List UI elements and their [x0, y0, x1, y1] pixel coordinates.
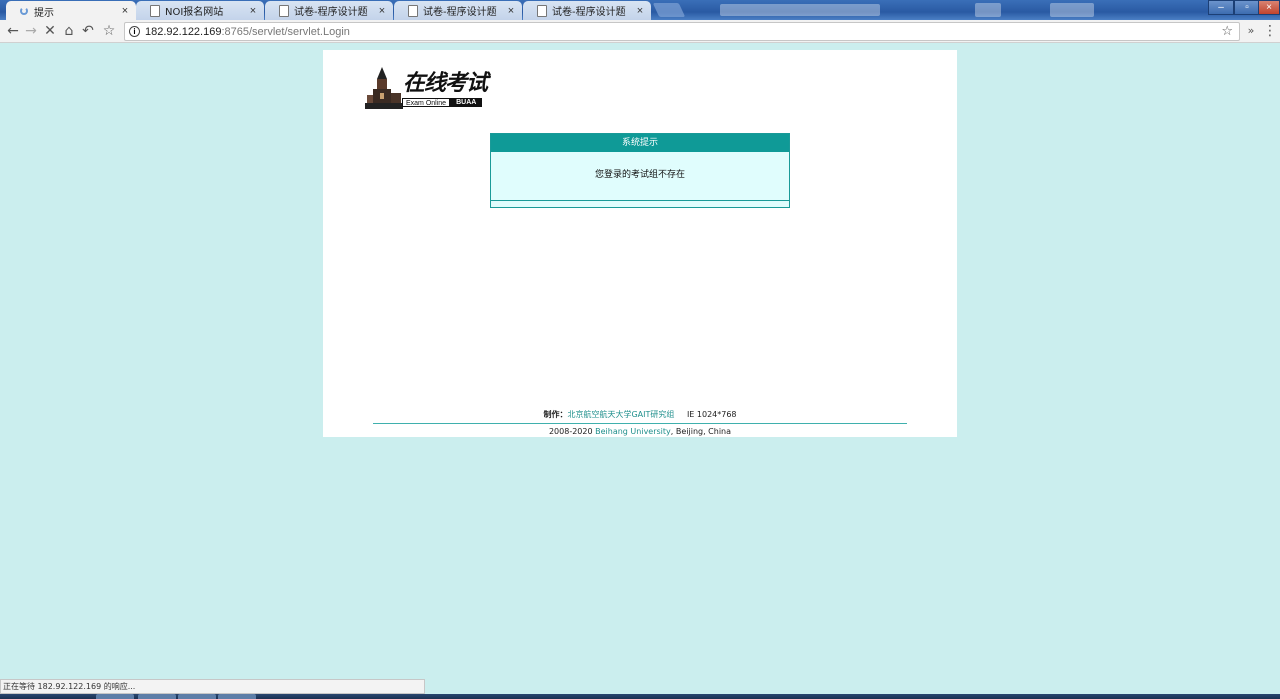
- address-host: 182.92.122.169: [145, 25, 222, 38]
- taskbar-item[interactable]: [218, 694, 256, 699]
- background-window-area: [1050, 3, 1094, 17]
- window-close-group: ×: [1258, 0, 1280, 16]
- system-message-box: 系统提示 您登录的考试组不存在: [490, 133, 790, 208]
- tab-title: 试卷-程序设计题: [552, 7, 626, 18]
- tab-close-icon[interactable]: ×: [375, 5, 389, 17]
- minimize-icon[interactable]: –: [1208, 0, 1234, 15]
- logo-org: BUAA: [450, 98, 483, 107]
- logo-subtitle-bar: Exam Online BUAA: [402, 98, 483, 107]
- address-bar[interactable]: i 182.92.122.169:8765/servlet/servlet.Lo…: [124, 22, 1240, 41]
- new-tab-button[interactable]: [652, 3, 686, 17]
- page-icon: [150, 4, 160, 17]
- page-container: 在线考试 Exam Online BUAA 系统提示 您登录的考试组不存在 制作…: [323, 50, 957, 437]
- footer-copyright: 2008-2020 Beihang University, Beijing, C…: [323, 427, 957, 436]
- loading-spinner-icon: [20, 7, 28, 15]
- tab-0[interactable]: 提示 ×: [6, 1, 136, 20]
- bookmark-star-icon[interactable]: ☆: [101, 23, 117, 39]
- tab-1[interactable]: NOI报名网站 ×: [136, 1, 264, 20]
- exam-online-logo: 在线考试 Exam Online BUAA: [363, 65, 493, 110]
- menu-icon[interactable]: ⋮: [1262, 23, 1278, 39]
- taskbar-item[interactable]: [178, 694, 216, 699]
- window-controls: – ▫: [1208, 0, 1260, 16]
- background-window-area: [720, 4, 880, 16]
- extensions-chevron-icon[interactable]: »: [1243, 23, 1259, 39]
- tab-title: NOI报名网站: [165, 7, 224, 18]
- university-link[interactable]: Beihang University: [595, 427, 671, 436]
- bookmark-page-star-icon[interactable]: ☆: [1221, 24, 1233, 39]
- address-path: :8765/servlet/servlet.Login: [221, 25, 350, 38]
- tab-3[interactable]: 试卷-程序设计题 ×: [394, 1, 522, 20]
- info-icon[interactable]: i: [129, 26, 140, 37]
- message-text: 您登录的考试组不存在: [491, 152, 789, 201]
- tab-close-icon[interactable]: ×: [246, 5, 260, 17]
- window-close-icon[interactable]: ×: [1258, 0, 1280, 15]
- stop-icon[interactable]: ✕: [42, 23, 58, 39]
- campus-tower-icon: [365, 67, 403, 109]
- tab-close-icon[interactable]: ×: [633, 5, 647, 17]
- tab-close-icon[interactable]: ×: [504, 5, 518, 17]
- taskbar-item[interactable]: [96, 694, 134, 699]
- page-icon: [537, 4, 547, 17]
- credit-label: 制作：: [543, 410, 568, 419]
- credit-link[interactable]: 北京航空航天大学GAIT研究组: [567, 410, 674, 419]
- page-icon: [279, 4, 289, 17]
- tab-title: 试卷-程序设计题: [423, 7, 497, 18]
- message-header: 系统提示: [491, 134, 789, 152]
- taskbar-item[interactable]: [138, 694, 176, 699]
- page-icon: [408, 4, 418, 17]
- forward-arrow-icon[interactable]: →: [23, 23, 39, 39]
- background-window-area: [975, 3, 1001, 17]
- resolution-note: IE 1024*768: [686, 410, 737, 419]
- copyright-location: , Beijing, China: [670, 427, 732, 436]
- back-arrow-icon[interactable]: ←: [5, 23, 21, 39]
- browser-toolbar: ← → ✕ ⌂ ↶ ☆ i 182.92.122.169:8765/servle…: [0, 20, 1280, 43]
- os-taskbar: [0, 694, 1280, 699]
- tab-2[interactable]: 试卷-程序设计题 ×: [265, 1, 393, 20]
- tab-title: 提示: [34, 7, 54, 19]
- maximize-icon[interactable]: ▫: [1234, 0, 1260, 15]
- footer-credits: 制作：北京航空航天大学GAIT研究组 IE 1024*768: [323, 409, 957, 420]
- tab-4[interactable]: 试卷-程序设计题 ×: [523, 1, 651, 20]
- footer-divider: [373, 423, 907, 424]
- logo-subtitle: Exam Online: [402, 98, 451, 107]
- copyright-years: 2008-2020: [548, 427, 593, 436]
- home-icon[interactable]: ⌂: [61, 23, 77, 39]
- tab-title: 试卷-程序设计题: [294, 7, 368, 18]
- tab-close-icon[interactable]: ×: [118, 5, 132, 17]
- status-bar: 正在等待 182.92.122.169 的响应...: [0, 679, 425, 694]
- logo-title: 在线考试: [403, 70, 488, 96]
- tab-strip: 提示 × NOI报名网站 × 试卷-程序设计题 × 试卷-程序设计题 × 试卷-…: [0, 0, 1280, 20]
- undo-icon[interactable]: ↶: [80, 23, 96, 39]
